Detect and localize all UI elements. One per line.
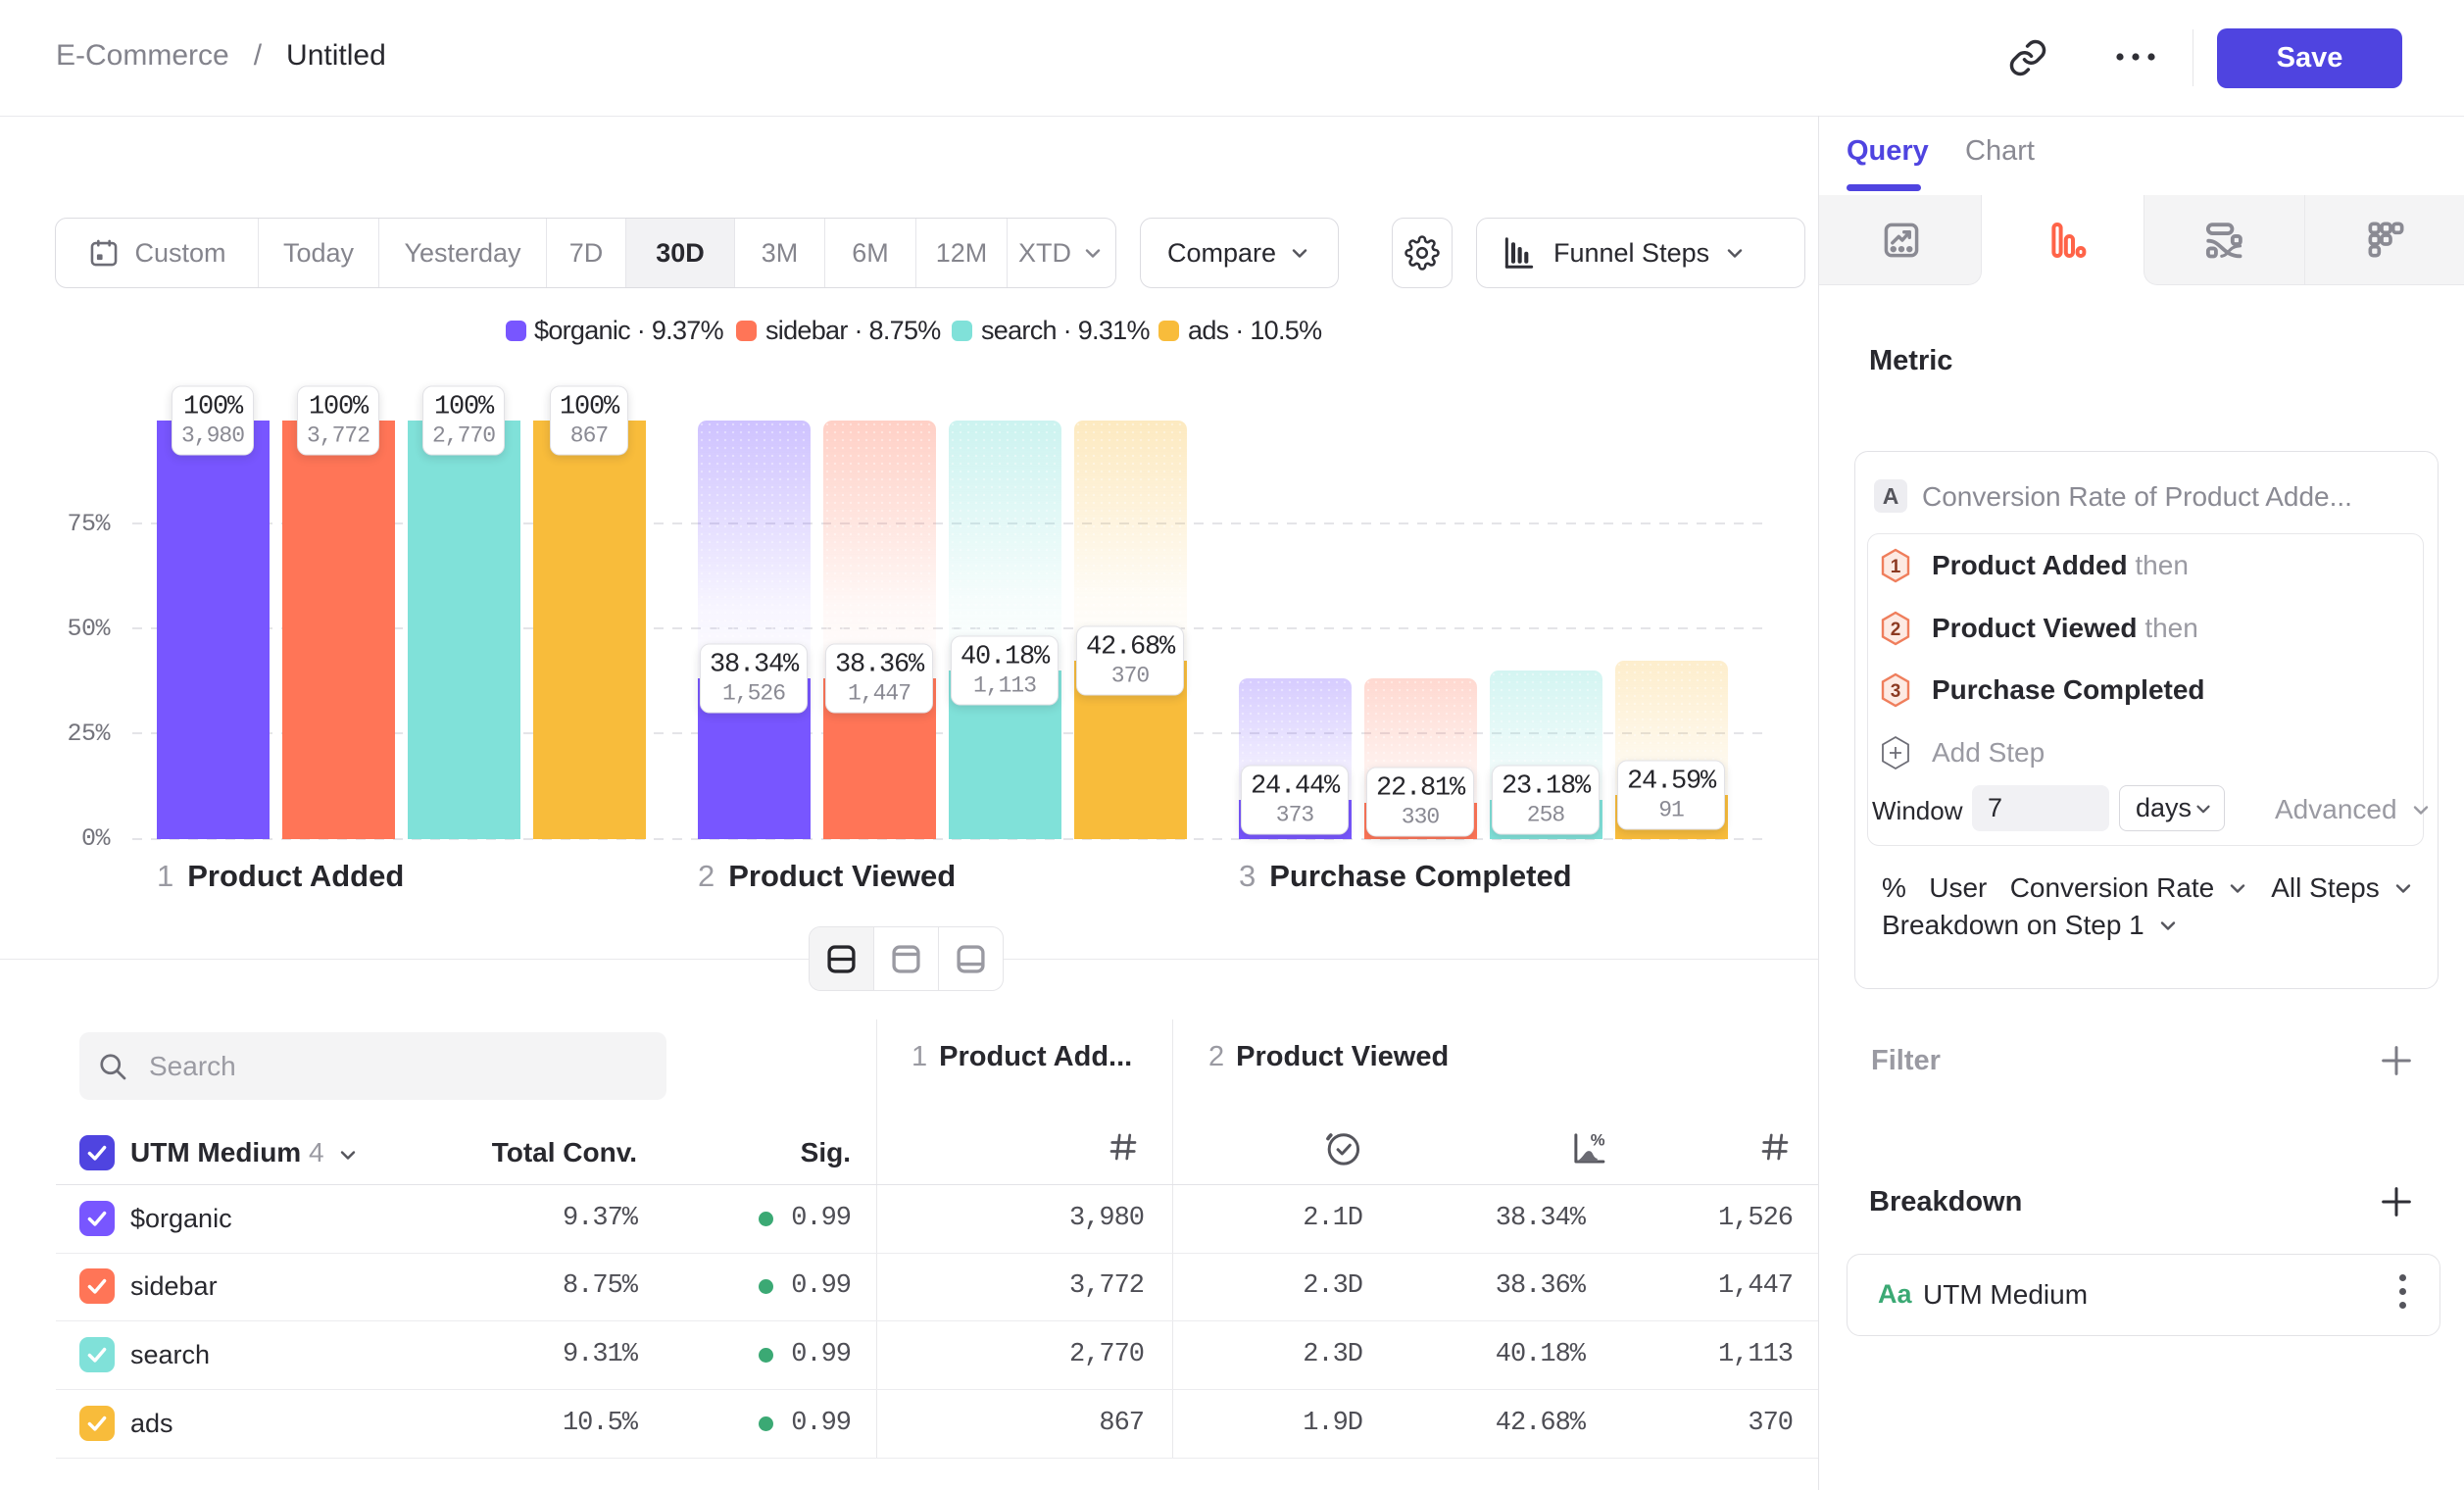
svg-text:1: 1 [1891, 557, 1901, 577]
svg-text:3: 3 [1891, 681, 1901, 702]
svg-text:2: 2 [1891, 620, 1901, 640]
svg-text:%: % [1591, 1130, 1605, 1149]
